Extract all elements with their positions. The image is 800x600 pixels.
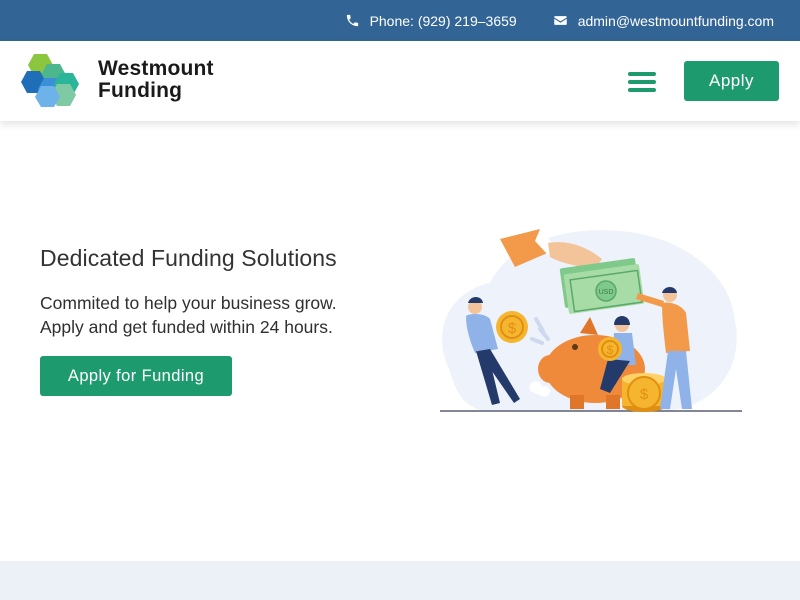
logo-line-1: Westmount [98,57,214,80]
hexagon-logo-icon [21,54,79,107]
money-piggy-bank-illustration: USD $ $ $ [440,229,742,412]
email-contact[interactable]: admin@westmountfunding.com [553,13,774,29]
email-link[interactable]: admin@westmountfunding.com [578,13,774,29]
hero-subtitle-line-2: Apply and get funded within 24 hours. [40,317,333,337]
phone-icon [346,14,358,27]
hero-subtitle-line-1: Commited to help your business grow. [40,293,337,313]
svg-text:$: $ [607,343,614,357]
site-header: Westmount Funding Apply [0,41,800,121]
hero-subtitle: Commited to help your business grow. App… [40,291,337,339]
hero-title: Dedicated Funding Solutions [40,245,337,271]
logo-text: Westmount Funding [98,58,214,102]
phone-contact[interactable]: Phone: (929) 219–3659 [345,13,517,29]
banknote-label: USD [599,289,614,296]
svg-text:$: $ [508,320,517,337]
logo-line-2: Funding [98,79,183,102]
hamburger-menu-icon[interactable] [628,72,656,92]
svg-text:$: $ [640,386,649,403]
hero-section: Dedicated Funding Solutions Commited to … [0,121,800,561]
envelope-icon [553,16,567,25]
contact-bar: Phone: (929) 219–3659 admin@westmountfun… [0,0,800,41]
section-divider-band [0,561,800,600]
logo[interactable]: Westmount Funding [20,53,214,107]
apply-button[interactable]: Apply [684,61,779,101]
apply-for-funding-button[interactable]: Apply for Funding [40,356,232,396]
phone-text[interactable]: Phone: (929) 219–3659 [370,13,517,29]
